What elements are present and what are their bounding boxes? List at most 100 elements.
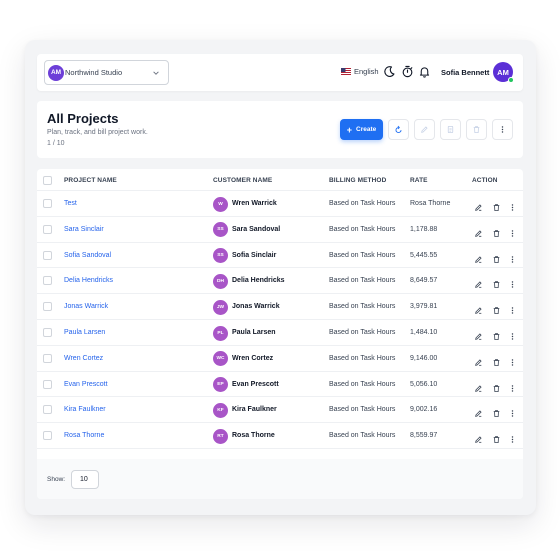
timer-icon[interactable] xyxy=(401,65,414,78)
rate-value: 8,649.57 xyxy=(410,277,438,285)
trash-icon[interactable] xyxy=(492,225,501,237)
table-row: Rosa Thorne RT Rosa Thorne Based on Task Ho… xyxy=(37,423,523,449)
customer-name: Wren Warrick xyxy=(232,200,277,207)
customer-name: Evan Prescott xyxy=(232,380,279,388)
row-checkbox[interactable] xyxy=(43,405,52,415)
edit-icon[interactable] xyxy=(474,405,483,418)
trash-icon[interactable] xyxy=(492,405,501,418)
trash-icon[interactable] xyxy=(492,302,501,315)
more-options-button[interactable] xyxy=(492,119,513,140)
customer-name: Delia Hendricks xyxy=(232,277,285,285)
create-button[interactable]: + Create xyxy=(340,119,383,140)
rate-value: 5,056.10 xyxy=(410,380,438,388)
language-select[interactable]: English xyxy=(341,67,379,76)
bell-icon[interactable] xyxy=(418,65,431,78)
edit-icon[interactable] xyxy=(474,225,483,237)
edit-icon xyxy=(421,126,428,133)
trash-icon[interactable] xyxy=(492,328,501,340)
more-vertical-icon[interactable] xyxy=(508,276,517,289)
more-vertical-icon[interactable] xyxy=(508,380,517,392)
trash-icon[interactable] xyxy=(492,354,501,366)
edit-icon[interactable] xyxy=(474,431,483,444)
table-row: Jonas Warrick JW Jonas Warrick Based on Tas… xyxy=(37,294,523,320)
trash-icon[interactable] xyxy=(492,199,501,211)
billing-method: Based on Task Hours xyxy=(329,354,396,362)
org-avatar: AM xyxy=(48,64,64,81)
project-name-link[interactable]: Delia Hendricks xyxy=(64,277,113,284)
projects-table: PROJECT NAME CUSTOMER NAME BILLING METHO… xyxy=(37,169,523,499)
column-header-rate: RATE xyxy=(410,177,428,184)
copy-selected-button[interactable] xyxy=(440,119,461,140)
customer-avatar: KF xyxy=(213,402,228,418)
organization-select[interactable]: AM Northwind Studio xyxy=(44,60,169,85)
project-name-link[interactable]: Jonas Warrick xyxy=(64,303,108,310)
more-vertical-icon[interactable] xyxy=(508,199,517,211)
row-checkbox[interactable] xyxy=(43,302,52,312)
row-checkbox[interactable] xyxy=(43,328,52,337)
edit-icon[interactable] xyxy=(474,199,483,211)
page-header: All Projects Plan, track, and bill proje… xyxy=(37,101,523,158)
page-size-input[interactable]: 10 xyxy=(71,470,99,489)
user-name: Sofia Bennett xyxy=(441,68,490,77)
column-header-action: ACTION xyxy=(472,177,498,184)
table-row: Paula Larsen PL Paula Larsen Based on Task … xyxy=(37,320,523,346)
rate-value: 1,178.88 xyxy=(410,225,438,233)
delete-selected-button[interactable] xyxy=(466,119,487,140)
billing-method: Based on Task Hours xyxy=(329,329,396,336)
rate-value: 8,559.97 xyxy=(410,432,438,440)
edit-icon[interactable] xyxy=(474,276,483,289)
refresh-icon xyxy=(395,125,402,134)
trash-icon[interactable] xyxy=(492,380,501,392)
billing-method: Based on Task Hours xyxy=(329,277,396,285)
customer-name: Jonas Warrick xyxy=(232,303,280,311)
select-all-checkbox[interactable] xyxy=(43,176,52,185)
project-name-link[interactable]: Sara Sinclair xyxy=(64,226,104,233)
chevron-down-icon xyxy=(153,71,159,75)
column-header-project: PROJECT NAME xyxy=(64,177,117,184)
moon-icon[interactable] xyxy=(383,65,396,78)
trash-icon xyxy=(473,126,480,133)
row-checkbox[interactable] xyxy=(43,276,52,286)
edit-selected-button[interactable] xyxy=(414,119,435,140)
edit-icon[interactable] xyxy=(474,354,483,366)
customer-avatar: WC xyxy=(213,351,228,367)
trash-icon[interactable] xyxy=(492,276,501,289)
more-vertical-icon[interactable] xyxy=(508,225,517,237)
project-name-link[interactable]: Paula Larsen xyxy=(64,329,105,336)
row-checkbox[interactable] xyxy=(43,431,52,441)
project-name-link[interactable]: Rosa Thorne xyxy=(64,432,104,439)
project-name-link[interactable]: Test xyxy=(64,200,77,207)
rate-value: 3,979.81 xyxy=(410,303,438,311)
row-checkbox[interactable] xyxy=(43,353,52,363)
more-vertical-icon[interactable] xyxy=(508,354,517,366)
trash-icon[interactable] xyxy=(492,251,501,263)
row-checkbox[interactable] xyxy=(43,199,52,208)
project-name-link[interactable]: Wren Cortez xyxy=(64,355,103,362)
billing-method: Based on Task Hours xyxy=(329,380,396,388)
table-row: Sofia Sandoval SS Sofia Sinclair Based on T… xyxy=(37,243,523,269)
more-vertical-icon[interactable] xyxy=(508,431,517,443)
page-count: 1 / 10 xyxy=(47,140,65,147)
more-vertical-icon[interactable] xyxy=(508,251,517,263)
project-name-link[interactable]: Evan Prescott xyxy=(64,381,108,388)
customer-name: Sara Sandoval xyxy=(232,225,281,233)
more-vertical-icon[interactable] xyxy=(508,302,517,314)
more-vertical-icon[interactable] xyxy=(508,405,517,418)
project-name-link[interactable]: Kira Faulkner xyxy=(64,406,106,413)
table-footer: Show: 10 xyxy=(37,459,523,499)
edit-icon[interactable] xyxy=(474,328,483,340)
more-vertical-icon[interactable] xyxy=(508,328,517,340)
row-checkbox[interactable] xyxy=(43,250,52,260)
online-status-dot xyxy=(508,77,514,83)
refresh-button[interactable] xyxy=(388,119,409,140)
trash-icon[interactable] xyxy=(492,431,501,444)
row-checkbox[interactable] xyxy=(43,224,52,234)
edit-icon[interactable] xyxy=(474,251,483,263)
row-checkbox[interactable] xyxy=(43,379,52,389)
edit-icon[interactable] xyxy=(474,380,483,392)
customer-name: Rosa Thorne xyxy=(232,432,275,440)
org-name: Northwind Studio xyxy=(65,68,123,77)
column-header-billing: BILLING METHOD xyxy=(329,177,387,184)
project-name-link[interactable]: Sofia Sandoval xyxy=(64,252,111,259)
edit-icon[interactable] xyxy=(474,302,483,315)
